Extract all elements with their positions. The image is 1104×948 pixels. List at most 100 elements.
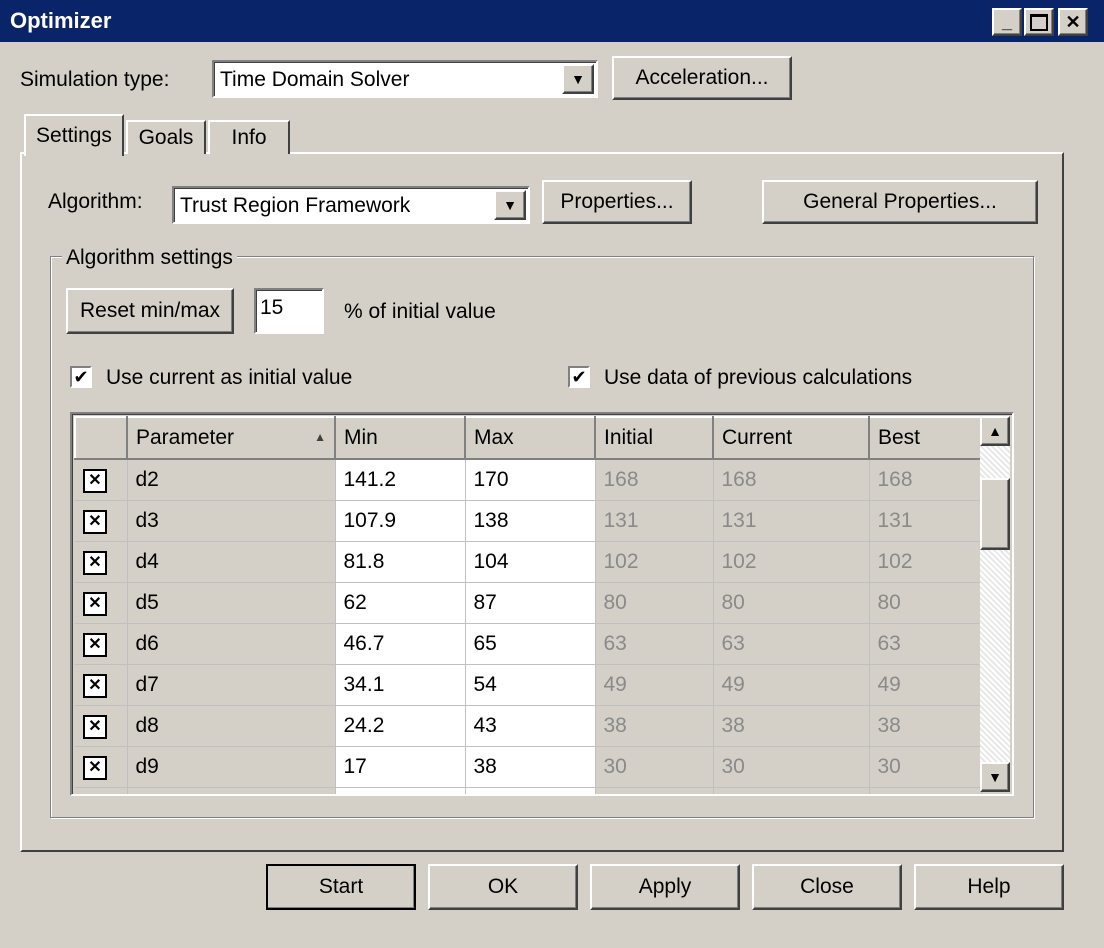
simulation-type-value: Time Domain Solver (220, 68, 410, 91)
tab-settings[interactable]: Settings (24, 114, 124, 156)
checked-box-icon[interactable]: ✕ (83, 592, 107, 616)
cell-best: 30 (869, 746, 982, 788)
cell-min[interactable]: 81.8 (335, 541, 466, 583)
checked-box-icon[interactable]: ✕ (83, 633, 107, 657)
help-button[interactable]: Help (914, 864, 1064, 910)
acceleration-button[interactable]: Acceleration... (612, 56, 792, 100)
checked-box-icon[interactable]: ✕ (83, 715, 107, 739)
scroll-down-button[interactable]: ▼ (980, 762, 1010, 792)
simulation-type-combo[interactable]: Time Domain Solver ▼ (212, 60, 598, 98)
window-close-button[interactable]: ✕ (1058, 8, 1088, 36)
window-title: Optimizer (10, 8, 112, 33)
cell-min[interactable]: 10.7 (335, 787, 466, 794)
table-row[interactable]: ✕ d7 34.1 54 49 49 49 (75, 664, 982, 706)
cell-initial: 38 (595, 705, 714, 747)
cell-initial: 23 (595, 787, 714, 794)
table-row[interactable]: ✕ d6 46.7 65 63 63 63 (75, 623, 982, 665)
row-checkbox[interactable]: ✕ (75, 664, 128, 706)
row-checkbox[interactable]: ✕ (75, 705, 128, 747)
cell-max[interactable]: 27 (465, 787, 596, 794)
cell-min[interactable]: 107.9 (335, 500, 466, 542)
use-current-checkbox[interactable]: ✔ (70, 366, 92, 388)
table-row[interactable]: ✕ d2 141.2 170 168 168 168 (75, 459, 982, 501)
use-previous-checkbox[interactable]: ✔ (568, 366, 590, 388)
cell-best: 38 (869, 705, 982, 747)
cell-max[interactable]: 104 (465, 541, 596, 583)
table-row[interactable]: ✕ d3 107.9 138 131 131 131 (75, 500, 982, 542)
cell-max[interactable]: 65 (465, 623, 596, 665)
header-current[interactable]: Current (712, 416, 870, 460)
cell-min[interactable]: 17 (335, 746, 466, 788)
cell-current: 131 (713, 500, 870, 542)
algorithm-label: Algorithm: (48, 190, 143, 213)
header-check[interactable] (74, 416, 128, 460)
general-properties-button[interactable]: General Properties... (762, 180, 1038, 224)
cell-min[interactable]: 62 (335, 582, 466, 624)
scroll-up-button[interactable]: ▲ (980, 416, 1010, 446)
row-checkbox[interactable]: ✕ (75, 623, 128, 665)
apply-button[interactable]: Apply (590, 864, 740, 910)
cell-max[interactable]: 138 (465, 500, 596, 542)
percent-input[interactable]: 15 (254, 288, 324, 334)
cell-max[interactable]: 38 (465, 746, 596, 788)
parameter-grid[interactable]: Parameter ▲ Min Max Initial Current Best … (70, 412, 1014, 796)
row-checkbox[interactable]: ✕ (75, 746, 128, 788)
cell-current: 80 (713, 582, 870, 624)
checked-box-icon[interactable]: ✕ (83, 510, 107, 534)
start-button[interactable]: Start (266, 864, 416, 910)
cell-min[interactable]: 24.2 (335, 705, 466, 747)
cell-max[interactable]: 54 (465, 664, 596, 706)
table-row[interactable]: ✕d1010.727232323 (75, 787, 982, 794)
vertical-scrollbar[interactable]: ▲ ▼ (980, 416, 1010, 792)
cell-initial: 80 (595, 582, 714, 624)
parameter-table: Parameter ▲ Min Max Initial Current Best … (74, 416, 982, 794)
checked-box-icon[interactable]: ✕ (83, 551, 107, 575)
cell-min[interactable]: 141.2 (335, 459, 466, 501)
cell-max[interactable]: 170 (465, 459, 596, 501)
header-initial[interactable]: Initial (594, 416, 714, 460)
checked-box-icon[interactable]: ✕ (83, 756, 107, 780)
maximize-button[interactable] (1024, 8, 1054, 36)
row-checkbox[interactable]: ✕ (75, 459, 128, 501)
close-button[interactable]: Close (752, 864, 902, 910)
header-parameter[interactable]: Parameter ▲ (126, 416, 336, 460)
row-checkbox[interactable]: ✕ (75, 541, 128, 583)
checked-box-icon[interactable]: ✕ (83, 674, 107, 698)
minimize-button[interactable]: _ (992, 8, 1022, 36)
cell-min[interactable]: 34.1 (335, 664, 466, 706)
simulation-type-dropdown-button[interactable]: ▼ (562, 64, 594, 94)
tab-info[interactable]: Info (208, 120, 290, 154)
header-min[interactable]: Min (334, 416, 466, 460)
percent-label: % of initial value (344, 300, 496, 323)
header-best[interactable]: Best (868, 416, 982, 460)
checked-box-icon[interactable]: ✕ (83, 469, 107, 493)
table-row[interactable]: ✕ d5 62 87 80 80 80 (75, 582, 982, 624)
table-row[interactable]: ✕ d8 24.2 43 38 38 38 (75, 705, 982, 747)
row-checkbox[interactable]: ✕ (75, 500, 128, 542)
row-checkbox[interactable]: ✕ (75, 787, 128, 794)
minimize-icon: _ (1001, 11, 1012, 32)
algorithm-dropdown-button[interactable]: ▼ (494, 190, 526, 220)
cell-parameter: d5 (127, 582, 336, 624)
header-max[interactable]: Max (464, 416, 596, 460)
cell-current: 49 (713, 664, 870, 706)
ok-button[interactable]: OK (428, 864, 578, 910)
use-previous-label: Use data of previous calculations (604, 366, 913, 389)
scroll-thumb[interactable] (980, 478, 1010, 550)
cell-max[interactable]: 87 (465, 582, 596, 624)
cell-min[interactable]: 46.7 (335, 623, 466, 665)
close-icon: ✕ (1065, 11, 1081, 32)
cell-initial: 49 (595, 664, 714, 706)
cell-initial: 131 (595, 500, 714, 542)
header-parameter-label: Parameter (136, 426, 235, 449)
algorithm-combo[interactable]: Trust Region Framework ▼ (172, 186, 530, 224)
cell-best: 80 (869, 582, 982, 624)
table-row[interactable]: ✕ d9 17 38 30 30 30 (75, 746, 982, 788)
tab-goals[interactable]: Goals (126, 120, 206, 154)
checkmark-icon: ✔ (571, 367, 587, 387)
reset-min-max-button[interactable]: Reset min/max (66, 288, 234, 334)
row-checkbox[interactable]: ✕ (75, 582, 128, 624)
cell-max[interactable]: 43 (465, 705, 596, 747)
properties-button[interactable]: Properties... (542, 180, 692, 224)
table-row[interactable]: ✕ d4 81.8 104 102 102 102 (75, 541, 982, 583)
